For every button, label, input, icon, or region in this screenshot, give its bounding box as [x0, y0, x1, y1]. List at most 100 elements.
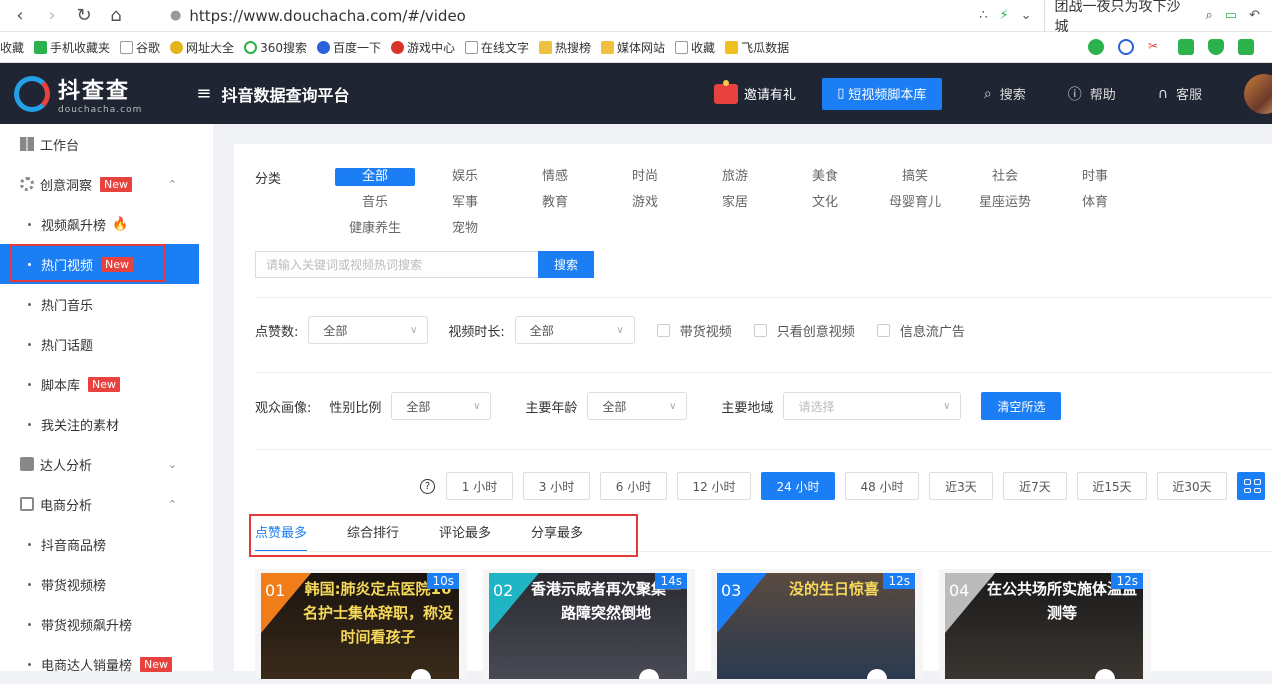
- category-item[interactable]: 宠物: [425, 220, 505, 238]
- category-item[interactable]: 社会: [965, 168, 1045, 186]
- category-item[interactable]: 音乐: [335, 194, 415, 212]
- bookmark-item[interactable]: 收藏: [0, 39, 24, 56]
- category-item[interactable]: 旅游: [695, 168, 775, 186]
- category-item[interactable]: 游戏: [605, 194, 685, 212]
- time-range-button[interactable]: 3 小时: [523, 472, 590, 500]
- forward-icon[interactable]: ›: [40, 4, 64, 28]
- time-range-selector: ? 1 小时 3 小时 6 小时 12 小时 24 小时 48 小时 近3天 近…: [420, 472, 1265, 500]
- gender-select[interactable]: 全部 ∨: [391, 392, 492, 420]
- time-range-button[interactable]: 近15天: [1077, 472, 1147, 500]
- bookmark-item[interactable]: 游戏中心: [390, 39, 455, 56]
- category-item[interactable]: 情感: [515, 168, 595, 186]
- video-card[interactable]: 01 韩国:肺炎定点医院16名护士集体辞职，称没时间看孩子 10s: [255, 569, 467, 679]
- search-input[interactable]: 请输入关键词或视频热词搜索: [255, 251, 538, 278]
- region-select[interactable]: 请选择 ∨: [783, 392, 962, 420]
- time-range-button[interactable]: 近7天: [1003, 472, 1067, 500]
- sidebar-item-ecommerce[interactable]: 电商分析 ⌃: [0, 484, 213, 524]
- category-item[interactable]: 时尚: [605, 168, 685, 186]
- grid-view-icon[interactable]: [1237, 472, 1265, 500]
- bookmark-item[interactable]: 360搜索: [244, 39, 307, 56]
- category-item[interactable]: 体育: [1055, 194, 1135, 212]
- category-item[interactable]: 星座运势: [965, 194, 1045, 212]
- goods-video-checkbox[interactable]: 带货视频: [656, 321, 732, 340]
- share-icon[interactable]: ∴: [979, 8, 987, 23]
- search-link[interactable]: ⌕ 搜索: [984, 84, 1026, 104]
- search-icon[interactable]: ⌕: [1206, 8, 1213, 23]
- sidebar-item-creative[interactable]: 创意洞察 New ⌃: [0, 164, 213, 204]
- address-bar[interactable]: ● https://www.douchacha.com/#/video: [160, 4, 760, 28]
- duration-select[interactable]: 全部 ∨: [514, 316, 635, 344]
- bookmark-item[interactable]: 手机收藏夹: [34, 39, 110, 56]
- tab-title[interactable]: 团战一夜只为攻下沙城: [1043, 0, 1194, 36]
- category-item[interactable]: 全部: [335, 168, 415, 186]
- avatar[interactable]: [1244, 73, 1272, 114]
- time-range-button[interactable]: 12 小时: [677, 472, 751, 500]
- category-item[interactable]: 教育: [515, 194, 595, 212]
- bookmark-item[interactable]: 收藏: [675, 39, 715, 56]
- service-link[interactable]: ∩ 客服: [1158, 84, 1202, 104]
- help-link[interactable]: ⓘ 帮助: [1068, 84, 1116, 104]
- time-range-button[interactable]: 6 小时: [600, 472, 667, 500]
- category-item[interactable]: 家居: [695, 194, 775, 212]
- bookmark-item[interactable]: 热搜榜: [539, 39, 591, 56]
- sidebar-item-goods-video-rising[interactable]: 带货视频飙升榜: [0, 604, 213, 644]
- video-card[interactable]: 04 在公共场所实施体温监测等 12s: [939, 569, 1151, 679]
- reload-icon[interactable]: ↻: [72, 4, 96, 28]
- sidebar-item-goods-video-rank[interactable]: 带货视频榜: [0, 564, 213, 604]
- sidebar-item-influencer[interactable]: 达人分析 ⌄: [0, 444, 213, 484]
- bookmark-item[interactable]: 在线文字: [465, 39, 529, 56]
- bookmark-item[interactable]: 媒体网站: [601, 39, 665, 56]
- bolt-icon[interactable]: ⚡: [999, 8, 1008, 23]
- creative-only-checkbox[interactable]: 只看创意视频: [753, 321, 855, 340]
- sidebar-item-ecom-sales-rank[interactable]: 电商达人销量榜 New: [0, 644, 213, 684]
- category-item[interactable]: 母婴育儿: [875, 194, 955, 212]
- sidebar-item-video-rising[interactable]: 视频飙升榜 🔥: [0, 204, 213, 244]
- sidebar-item-my-follows[interactable]: 我关注的素材: [0, 404, 213, 444]
- category-item[interactable]: 美食: [785, 168, 865, 186]
- browser-toolbar: ‹ › ↻ ⌂ ● https://www.douchacha.com/#/vi…: [0, 0, 1272, 36]
- chevron-down-icon[interactable]: ⌄: [1021, 8, 1032, 23]
- translate-icon[interactable]: [1178, 39, 1194, 55]
- time-range-button[interactable]: 1 小时: [446, 472, 513, 500]
- menu-icon[interactable]: ≡: [196, 83, 211, 104]
- category-item[interactable]: 娱乐: [425, 168, 505, 186]
- time-range-button[interactable]: 48 小时: [845, 472, 919, 500]
- time-range-button[interactable]: 近30天: [1157, 472, 1227, 500]
- age-select[interactable]: 全部 ∨: [587, 392, 688, 420]
- video-card[interactable]: 02 香港示威者再次聚集一路障突然倒地 14s: [483, 569, 695, 679]
- gender-label: 性别比例: [329, 400, 382, 416]
- bookmark-item[interactable]: 网址大全: [170, 39, 234, 56]
- sidebar-item-product-rank[interactable]: 抖音商品榜: [0, 524, 213, 564]
- bookmark-item[interactable]: 百度一下: [316, 39, 381, 56]
- home-icon[interactable]: ⌂: [104, 4, 128, 28]
- category-item[interactable]: 健康养生: [335, 220, 415, 238]
- question-icon[interactable]: ?: [420, 478, 435, 494]
- category-item[interactable]: 军事: [425, 194, 505, 212]
- bookmark-item[interactable]: 谷歌: [120, 39, 160, 56]
- likes-select[interactable]: 全部 ∨: [308, 316, 429, 344]
- undo-icon[interactable]: ↶: [1249, 8, 1260, 23]
- script-library-button[interactable]: ▯ 短视频脚本库: [821, 77, 942, 110]
- scissors-icon[interactable]: ✂: [1148, 39, 1164, 55]
- sidebar-item-script-lib[interactable]: 脚本库 New: [0, 364, 213, 404]
- chat-icon[interactable]: [1088, 39, 1104, 55]
- invite-link[interactable]: 邀请有礼: [713, 79, 796, 104]
- minus-icon[interactable]: [1118, 39, 1134, 55]
- category-item[interactable]: 时事: [1055, 168, 1135, 186]
- sidebar-item-hot-topics[interactable]: 热门话题: [0, 324, 213, 364]
- feed-ads-checkbox[interactable]: 信息流广告: [876, 321, 965, 340]
- category-item[interactable]: 文化: [785, 194, 865, 212]
- clear-all-button[interactable]: 清空所选: [981, 392, 1062, 420]
- search-button[interactable]: 搜索: [538, 251, 594, 278]
- back-icon[interactable]: ‹: [8, 4, 32, 28]
- time-range-button[interactable]: 近3天: [929, 472, 993, 500]
- sidebar-item-hot-music[interactable]: 热门音乐: [0, 284, 213, 324]
- bookmark-item[interactable]: 飞瓜数据: [725, 39, 789, 56]
- sidebar-item-workbench[interactable]: 工作台: [0, 124, 213, 164]
- shield-icon[interactable]: [1208, 39, 1224, 55]
- logo[interactable]: 抖查查 douchacha.com: [14, 73, 142, 115]
- gamepad-icon[interactable]: [1238, 39, 1254, 55]
- video-card[interactable]: 03 没的生日惊喜 12s: [711, 569, 923, 679]
- category-item[interactable]: 搞笑: [875, 168, 955, 186]
- time-range-button[interactable]: 24 小时: [761, 472, 835, 500]
